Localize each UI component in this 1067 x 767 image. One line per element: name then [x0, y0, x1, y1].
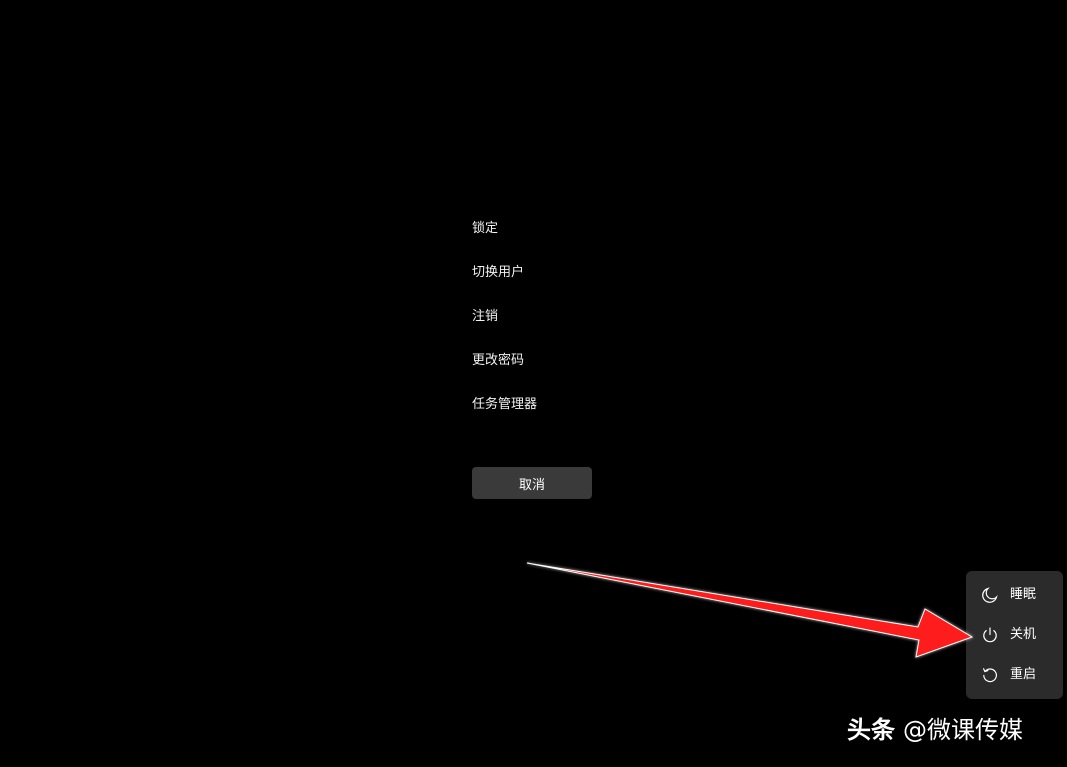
change-password-option[interactable]: 更改密码: [472, 350, 672, 372]
power-menu: 睡眠 关机 重启: [966, 571, 1063, 699]
security-options-list: 锁定 切换用户 注销 更改密码 任务管理器: [472, 218, 672, 438]
watermark: 头条 @微课传媒: [847, 712, 1023, 748]
restart-label: 重启: [1010, 667, 1037, 682]
restart-icon: [982, 668, 997, 683]
sleep-menu-item[interactable]: 睡眠: [966, 578, 1063, 612]
restart-menu-item[interactable]: 重启: [966, 658, 1063, 692]
task-manager-option[interactable]: 任务管理器: [472, 394, 672, 416]
ctrl-alt-del-screen: 锁定 切换用户 注销 更改密码 任务管理器 取消 睡眠 关机 重启 头条 @微课…: [0, 0, 1067, 767]
sleep-label: 睡眠: [1010, 587, 1037, 602]
power-icon: [983, 627, 997, 643]
lock-option[interactable]: 锁定: [472, 218, 672, 240]
shutdown-menu-item[interactable]: 关机: [966, 618, 1063, 652]
shutdown-label: 关机: [1010, 627, 1037, 642]
watermark-brand: 头条: [847, 716, 895, 744]
watermark-handle: @微课传媒: [903, 716, 1023, 744]
cancel-button[interactable]: 取消: [472, 467, 592, 499]
moon-icon: [982, 587, 998, 603]
sign-out-option[interactable]: 注销: [472, 306, 672, 328]
switch-user-option[interactable]: 切换用户: [472, 262, 672, 284]
